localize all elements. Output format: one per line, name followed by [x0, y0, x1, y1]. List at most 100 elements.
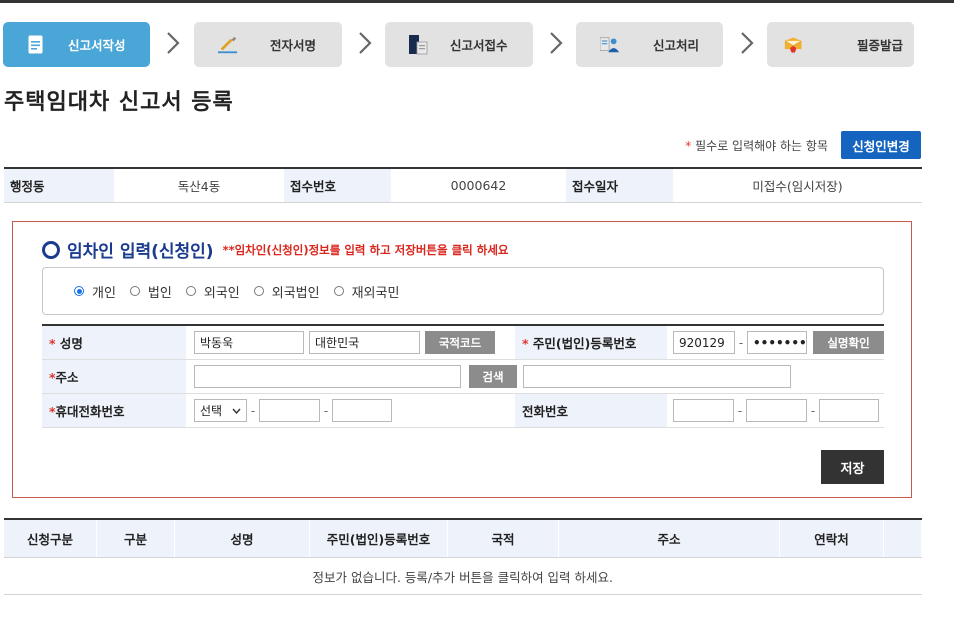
envelope-icon	[784, 35, 804, 55]
circle-icon	[42, 240, 60, 259]
mobile-last-input[interactable]	[332, 399, 392, 422]
name-cell: 박동욱 대한민국 국적코드	[186, 325, 515, 360]
name-label-text: 성명	[59, 336, 83, 351]
step-process[interactable]: 신고처리	[576, 22, 723, 67]
mobile-label: *휴대전화번호	[42, 393, 186, 428]
radio-dot[interactable]	[185, 286, 196, 296]
radio-foreign-corporation[interactable]: 외국법인	[253, 282, 320, 301]
pen-icon	[218, 35, 238, 55]
save-button[interactable]: 저장	[821, 450, 884, 484]
required-star: *	[49, 336, 56, 351]
dash: -	[810, 403, 816, 418]
dong-value: 독산4동	[114, 168, 284, 203]
nationality-input[interactable]: 대한민국	[309, 331, 420, 354]
radio-dot[interactable]	[129, 286, 140, 296]
step-submit[interactable]: 신고서접수	[385, 22, 533, 67]
col-header: 신청구분	[4, 519, 97, 558]
rrn-label: * 주민(법인)등록번호	[515, 325, 667, 360]
receipt-no-value: 0000642	[391, 168, 566, 203]
radio-label: 재외국민	[351, 285, 400, 301]
radio-dot[interactable]	[253, 286, 264, 296]
step-label: 신고처리	[653, 38, 700, 53]
tenant-list-table: 신청구분 구분 성명 주민(법인)등록번호 국적 주소 연락처 정보가 없습니다…	[4, 518, 922, 595]
name-label: * 성명	[42, 325, 186, 360]
tenant-notice: **임차인(신청인)정보를 입력 하고 저장버튼을 클릭 하세요	[222, 242, 509, 257]
change-applicant-button[interactable]: 신청인변경	[841, 131, 921, 159]
chevron-right-icon	[164, 28, 182, 58]
radio-individual[interactable]: 개인	[74, 282, 116, 301]
col-header: 구분	[96, 519, 175, 558]
rrn-label-text: 주민(법인)등록번호	[532, 336, 637, 351]
nationality-code-button[interactable]: 국적코드	[425, 331, 495, 354]
radio-dot[interactable]	[333, 286, 344, 296]
mobile-mid-input[interactable]	[259, 399, 320, 422]
col-header: 성명	[174, 519, 310, 558]
required-note: * 필수로 입력해야 하는 항목	[685, 137, 828, 154]
radio-corporation[interactable]: 법인	[129, 282, 172, 301]
chevron-down-icon	[232, 408, 241, 414]
address-search-button[interactable]: 검색	[469, 365, 517, 388]
address-label: *주소	[42, 359, 186, 394]
rrn-front-input[interactable]: 920129	[673, 331, 735, 354]
phone-3-input[interactable]	[819, 399, 879, 422]
dash: -	[737, 403, 743, 418]
person-document-icon	[600, 35, 620, 55]
address-input[interactable]	[194, 365, 461, 388]
step-label: 신고서작성	[68, 38, 126, 53]
required-star: *	[522, 336, 529, 351]
phone-1-input[interactable]	[673, 399, 734, 422]
dong-label: 행정동	[4, 168, 114, 203]
radio-dot[interactable]	[74, 286, 84, 296]
receipt-no-label: 접수번호	[284, 168, 391, 203]
chevron-right-icon	[356, 28, 374, 58]
mobile-prefix-select[interactable]: 선택	[194, 399, 247, 422]
tenant-section-header: 임차인 입력(신청인) **임차인(신청인)정보를 입력 하고 저장버튼을 클릭…	[42, 237, 508, 262]
col-header: 주민(법인)등록번호	[309, 519, 448, 558]
step-label: 필증발급	[857, 38, 904, 53]
folder-icon	[409, 34, 429, 55]
dash: -	[323, 403, 329, 418]
address-detail-input[interactable]	[523, 365, 791, 388]
dash: -	[250, 403, 256, 418]
chevron-right-icon	[547, 28, 565, 58]
document-icon	[25, 35, 45, 55]
address-cell: 검색	[186, 359, 884, 394]
tenant-input-panel: 임차인 입력(신청인) **임차인(신청인)정보를 입력 하고 저장버튼을 클릭…	[12, 221, 912, 498]
col-header: 연락처	[779, 519, 884, 558]
radio-label: 개인	[92, 285, 116, 301]
receipt-info-table: 행정동 독산4동 접수번호 0000642 접수일자 미접수(임시저장)	[4, 167, 922, 203]
tenant-form-table: * 성명 박동욱 대한민국 국적코드 * 주민(법인)등록번호 920129 -…	[42, 324, 884, 428]
page-title: 주택임대차 신고서 등록	[4, 90, 234, 115]
radio-label: 법인	[147, 285, 172, 301]
mobile-label-text: 휴대전화번호	[55, 404, 125, 419]
receipt-date-label: 접수일자	[566, 168, 673, 203]
step-sign[interactable]: 전자서명	[194, 22, 342, 67]
step-issue[interactable]: 필증발급	[767, 22, 914, 67]
address-label-text: 주소	[55, 370, 79, 385]
required-note-text: 필수로 입력해야 하는 항목	[691, 139, 828, 153]
rrn-back-input[interactable]: •••••••	[747, 331, 807, 354]
radio-foreigner[interactable]: 외국인	[185, 282, 240, 301]
radio-label: 외국법인	[271, 285, 320, 301]
table-row: 정보가 없습니다. 등록/추가 버튼을 클릭하여 입력 하세요.	[4, 557, 922, 595]
name-input[interactable]: 박동욱	[194, 331, 304, 354]
phone-2-input[interactable]	[746, 399, 807, 422]
col-header	[883, 519, 922, 558]
tenant-section-title: 임차인 입력(신청인)	[67, 242, 214, 262]
top-border	[0, 0, 954, 3]
rrn-cell: 920129 - ••••••• 실명확인	[667, 325, 884, 360]
step-label: 전자서명	[270, 38, 317, 53]
col-header: 주소	[558, 519, 780, 558]
mobile-cell: 선택 - -	[186, 393, 515, 428]
phone-cell: - -	[667, 393, 884, 428]
radio-overseas-korean[interactable]: 재외국민	[333, 282, 400, 301]
select-label: 선택	[200, 404, 223, 418]
dash: -	[738, 335, 744, 350]
empty-message: 정보가 없습니다. 등록/추가 버튼을 클릭하여 입력 하세요.	[4, 557, 922, 595]
phone-label: 전화번호	[515, 393, 667, 428]
verify-name-button[interactable]: 실명확인	[813, 331, 884, 354]
person-type-radio-group: 개인 법인 외국인 외국법인 재외국민	[42, 267, 884, 315]
step-write[interactable]: 신고서작성	[3, 22, 150, 67]
table-header-row: 신청구분 구분 성명 주민(법인)등록번호 국적 주소 연락처	[4, 519, 922, 558]
step-label: 신고서접수	[450, 38, 508, 53]
